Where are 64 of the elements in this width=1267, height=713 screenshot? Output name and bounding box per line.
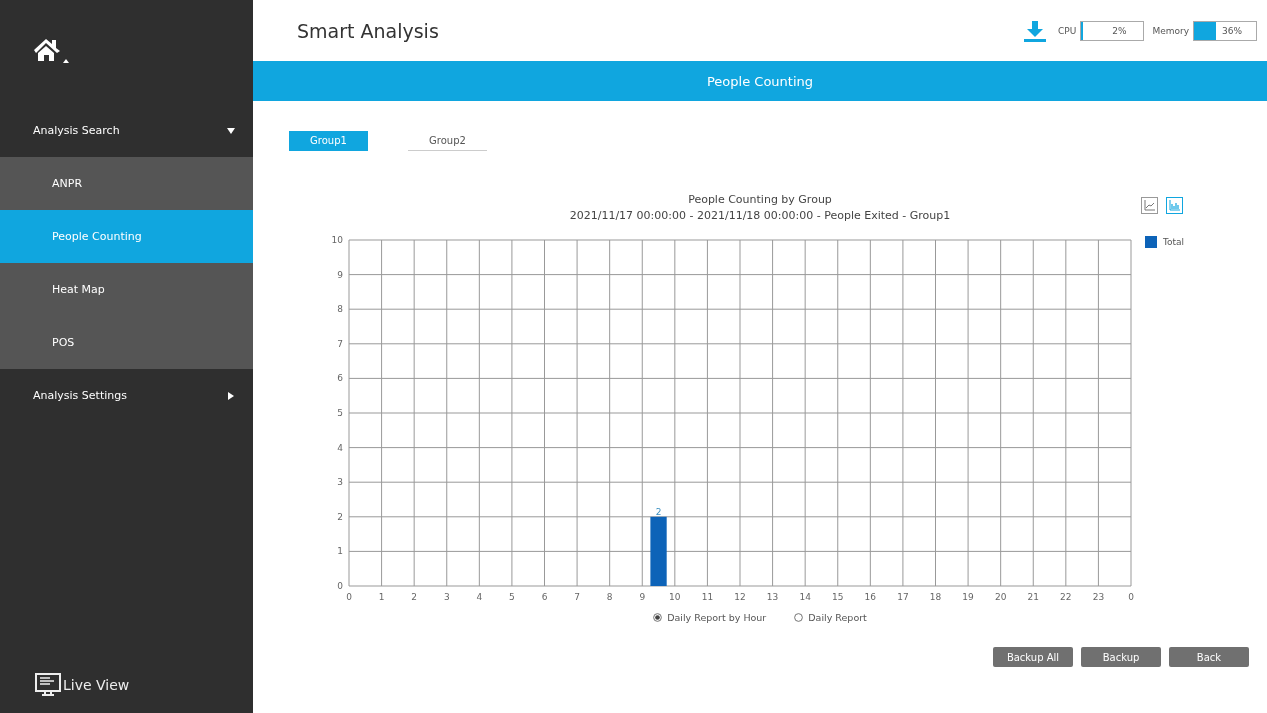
axis-label: 8 (337, 304, 343, 315)
axis-label: 14 (799, 592, 811, 602)
bar (650, 516, 667, 586)
live-view-link[interactable]: Live View (63, 677, 130, 693)
axis-label: 9 (639, 592, 646, 602)
axis-label: 19 (962, 592, 974, 602)
axis-label: 17 (897, 592, 909, 602)
axis-label: 12 (734, 592, 746, 602)
section-header: People Counting (253, 61, 1267, 101)
memory-reading: 36% (1222, 25, 1242, 36)
page-title: Smart Analysis (297, 19, 440, 42)
axis-label: 2 (411, 592, 418, 602)
cpu-reading: 2% (1112, 25, 1127, 36)
axis-label: 5 (509, 592, 515, 602)
axis-label: 7 (574, 592, 580, 602)
axis-label: 10 (669, 592, 681, 602)
menu-item[interactable]: ANPR (0, 157, 253, 210)
memory-label: Memory (1152, 25, 1189, 36)
action-button[interactable]: Back (1169, 647, 1249, 667)
axis-label: 22 (1060, 592, 1072, 602)
axis-label: 0 (337, 581, 343, 591)
axis-label: 7 (337, 338, 343, 349)
axis-label: 20 (994, 592, 1007, 602)
chart-title: People Counting by Group (688, 193, 832, 206)
axis-label: 15 (832, 592, 844, 602)
axis-label: 13 (766, 592, 779, 602)
report-type-radio[interactable]: Daily Report (794, 612, 867, 623)
axis-label: 8 (606, 592, 613, 602)
axis-label: 4 (476, 592, 483, 602)
monitor-icon[interactable] (35, 673, 61, 697)
axis-label: 5 (337, 408, 343, 418)
data-label: 2 (655, 506, 662, 517)
chart-subtitle: 2021/11/17 00:00:00 - 2021/11/18 00:00:00 - People Exited - Group1 (569, 209, 951, 222)
axis-label: 3 (443, 592, 450, 602)
axis-label: 4 (337, 442, 343, 453)
radio-icon[interactable] (653, 613, 663, 622)
axis-label: 21 (1027, 592, 1039, 602)
axis-label: 23 (1092, 592, 1105, 602)
axis-label: 16 (864, 592, 877, 602)
axis-label: 6 (541, 592, 548, 602)
axis-label: 1 (337, 546, 343, 557)
axis-label: 9 (337, 269, 343, 280)
menu-item[interactable]: POS (0, 316, 253, 369)
axis-label: 18 (929, 592, 942, 602)
cpu-label: CPU (1058, 25, 1077, 36)
menu-group[interactable]: Analysis Search (0, 104, 253, 157)
report-type-radio[interactable]: Daily Report by Hour (653, 612, 767, 623)
legend-label: Total (1163, 237, 1185, 247)
axis-label: 3 (337, 477, 343, 488)
axis-label: 2 (337, 511, 343, 522)
action-button[interactable]: Backup All (993, 647, 1073, 667)
bar-chart-button[interactable] (1166, 197, 1183, 214)
radio-icon[interactable] (794, 613, 804, 622)
axis-label: 6 (337, 373, 343, 384)
download-icon[interactable] (1024, 19, 1047, 42)
action-button[interactable]: Backup (1081, 647, 1161, 667)
axis-label: 0 (346, 592, 352, 602)
axis-label: 1 (378, 592, 385, 602)
menu-item[interactable]: Heat Map (0, 263, 253, 316)
menu-group[interactable]: Analysis Settings (0, 369, 253, 422)
axis-label: 10 (331, 235, 343, 245)
axis-label: 11 (701, 592, 714, 602)
axis-label: 0 (1128, 592, 1134, 602)
line-chart-button[interactable] (1141, 197, 1158, 214)
